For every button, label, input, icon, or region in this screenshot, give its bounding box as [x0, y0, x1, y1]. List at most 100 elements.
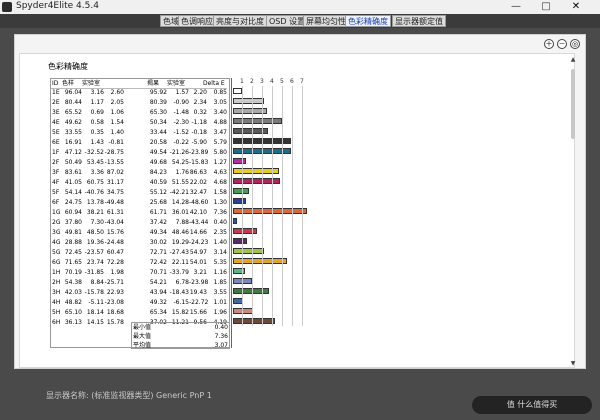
tab-screen-uniformity[interactable]: 屏幕均匀性 — [303, 15, 349, 27]
row-value: 0.69 — [90, 109, 104, 116]
row-value: 72.42 — [149, 259, 167, 266]
row-value: 7.30 — [90, 219, 104, 226]
row-id: 1G — [52, 209, 61, 216]
monitor-name: 显示器名称: (标准监视器类型) Generic PnP 1 — [46, 391, 212, 400]
delta-e-bar-chart: 1234567 — [231, 78, 312, 348]
title-bar: Spyder4Elite 4.5.4 — □ ✕ — [0, 0, 600, 15]
table-row: 3E 65.52 0.69 1.06 65.30 -1.48 0.32 3.40 — [51, 108, 227, 117]
row-value: -25.71 — [104, 279, 124, 286]
row-value: 1.54 — [110, 119, 124, 126]
row-value: 15.78 — [106, 319, 124, 326]
scroll-down-icon[interactable]: ▼ — [570, 361, 576, 367]
chart-gridline — [292, 86, 293, 326]
minimize-button[interactable]: — — [503, 0, 529, 14]
chart-gridline — [242, 86, 243, 326]
row-value: -24.23 — [189, 239, 209, 246]
row-value: 65.30 — [149, 109, 167, 116]
row-value: 19.43 — [189, 289, 207, 296]
row-value: -24.48 — [104, 239, 124, 246]
row-id: 4E — [52, 119, 60, 126]
row-value: -49.48 — [104, 199, 124, 206]
delta-e-bar — [233, 158, 246, 164]
row-value: 13.78 — [86, 199, 104, 206]
zoom-in-icon[interactable]: ＋ — [544, 39, 554, 49]
row-value: 60.94 — [64, 209, 82, 216]
row-delta-e: 0.85 — [213, 89, 227, 96]
row-delta-e: 1.40 — [213, 239, 227, 246]
table-row: 2G 37.80 7.30 -43.04 37.42 7.88 -43.44 0.40 — [51, 218, 227, 227]
row-value: -5.11 — [88, 299, 104, 306]
table-row: 2H 54.38 8.84 -25.71 54.21 6.78 -23.98 1.85 — [51, 278, 227, 287]
row-value: -31.85 — [84, 269, 104, 276]
row-delta-e: 1.30 — [213, 199, 227, 206]
row-value: -43.04 — [104, 219, 124, 226]
row-value: -27.43 — [169, 249, 189, 256]
table-row: 1F 47.12 -32.52 -28.75 49.54 -21.26 -23.89 5.80 — [51, 148, 227, 157]
tab-color-accuracy[interactable]: 色彩精确度 — [345, 15, 391, 27]
row-value: 25.68 — [149, 199, 167, 206]
row-id: 5H — [52, 309, 61, 316]
row-value: 37.42 — [149, 219, 167, 226]
row-value: 60.75 — [86, 179, 104, 186]
row-value: 19.29 — [171, 239, 189, 246]
row-id: 3G — [52, 229, 61, 236]
row-value: 60.47 — [106, 249, 124, 256]
header-result: 揭果 — [147, 80, 160, 87]
row-value: 80.44 — [64, 99, 82, 106]
row-value: 33.55 — [64, 129, 82, 136]
delta-e-bar — [233, 288, 269, 294]
delta-e-bar — [233, 98, 264, 104]
summary-avg: 平均值 3.07 — [131, 341, 231, 350]
tab-bar: 色域 色调响应 亮度与对比度 OSD 设置 屏幕均匀性 色彩精确度 显示器额定值 — [0, 14, 600, 28]
row-value: 71.65 — [64, 259, 82, 266]
row-value: 50.34 — [149, 119, 167, 126]
maximize-button[interactable]: □ — [533, 0, 559, 14]
row-value: 22.02 — [189, 179, 207, 186]
vertical-scrollbar[interactable]: ▲ ▼ — [570, 57, 576, 367]
header-lab: 实验室 — [82, 80, 101, 87]
row-id: 2E — [52, 99, 60, 106]
row-id: 2G — [52, 219, 61, 226]
row-value: -28.75 — [104, 149, 124, 156]
row-value: 23.74 — [86, 259, 104, 266]
row-value: -15.83 — [189, 159, 209, 166]
scroll-up-icon[interactable]: ▲ — [570, 57, 576, 63]
row-value: 54.21 — [149, 279, 167, 286]
chart-gridline — [252, 86, 253, 326]
row-value: 50.49 — [64, 159, 82, 166]
close-button[interactable]: ✕ — [563, 0, 589, 14]
delta-e-bar — [233, 318, 275, 324]
row-value: -13.55 — [104, 159, 124, 166]
scroll-thumb[interactable] — [571, 69, 575, 139]
row-value: 20.58 — [149, 139, 167, 146]
row-delta-e: 4.63 — [213, 169, 227, 176]
table-row: 4F 41.05 60.75 31.17 40.59 51.55 22.02 4.68 — [51, 178, 227, 187]
row-value: 96.04 — [64, 89, 82, 96]
row-value: 54.14 — [64, 189, 82, 196]
summary-avg-label: 平均值 — [133, 342, 152, 349]
row-delta-e: 1.27 — [213, 159, 227, 166]
zoom-out-icon[interactable]: － — [557, 39, 567, 49]
row-value: 22.11 — [171, 259, 189, 266]
tab-tone-response[interactable]: 色调响应 — [178, 15, 216, 27]
table-row: 6E 16.91 1.43 -0.81 20.58 -0.22 -5.90 5.79 — [51, 138, 227, 147]
row-id: 3H — [52, 289, 61, 296]
row-value: -0.81 — [108, 139, 124, 146]
row-value: 14.15 — [86, 319, 104, 326]
table-row: 2F 50.49 53.45 -13.55 49.68 54.25 -15.83 1.27 — [51, 158, 227, 167]
row-value: 16.91 — [64, 139, 82, 146]
tab-display-rating[interactable]: 显示器额定值 — [392, 15, 446, 27]
row-id: 4G — [52, 239, 61, 246]
row-delta-e: 1.01 — [213, 299, 227, 306]
zoom-fit-icon[interactable]: ◎ — [570, 39, 580, 49]
row-value: -23.89 — [189, 149, 209, 156]
tab-osd-settings[interactable]: OSD 设置 — [266, 15, 309, 27]
row-delta-e: 3.40 — [213, 109, 227, 116]
row-value: -23.98 — [189, 279, 209, 286]
row-value: 47.12 — [64, 149, 82, 156]
row-value: -0.22 — [173, 139, 189, 146]
tab-brightness-contrast[interactable]: 亮度与对比度 — [213, 15, 267, 27]
row-value: 0.58 — [90, 119, 104, 126]
chart-tick-label: 5 — [280, 78, 284, 85]
row-value: 33.44 — [149, 129, 167, 136]
